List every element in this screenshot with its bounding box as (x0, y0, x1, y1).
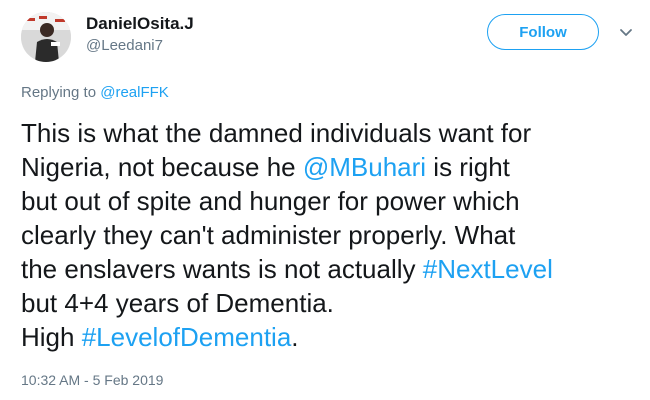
tweet-text-segment: High (21, 322, 82, 352)
replying-to: Replying to @realFFK (21, 84, 169, 102)
display-name[interactable]: DanielOsita.J (86, 14, 194, 34)
tweet-text-segment: is right (426, 152, 510, 182)
replying-to-label: Replying to (21, 84, 101, 101)
tweet-text-segment: the enslavers wants is not actually (21, 254, 423, 284)
hashtag-link-levelofdementia[interactable]: #LevelofDementia (82, 322, 292, 352)
tweet-text-segment: . (291, 322, 299, 352)
user-avatar-icon (21, 12, 71, 62)
tweet-timestamp[interactable]: 10:32 AM - 5 Feb 2019 (21, 371, 163, 389)
follow-button[interactable]: Follow (487, 14, 599, 50)
reply-mention-link[interactable]: @realFFK (100, 84, 169, 101)
avatar[interactable] (21, 12, 71, 62)
tweet-line: but out of spite and hunger for power wh… (21, 186, 520, 216)
tweet-card: DanielOsita.J @Leedani7 Follow Replying … (0, 0, 650, 400)
tweet-line: but 4+4 years of Dementia. (21, 288, 334, 318)
tweet-text-segment: Nigeria, not because he (21, 152, 303, 182)
tweet-line: the enslavers wants is not actually #Nex… (21, 252, 643, 286)
mention-link-mbuhari[interactable]: @MBuhari (303, 152, 426, 182)
tweet-line: Nigeria, not because he @MBuhari is righ… (21, 150, 643, 184)
hashtag-link-nextlevel[interactable]: #NextLevel (423, 254, 553, 284)
tweet-line: clearly they can't administer properly. … (21, 220, 516, 250)
tweet-text: This is what the damned individuals want… (21, 116, 643, 354)
tweet-line: This is what the damned individuals want… (21, 118, 532, 148)
user-handle[interactable]: @Leedani7 (86, 37, 163, 55)
tweet-line: High #LevelofDementia. (21, 320, 643, 354)
chevron-down-icon[interactable] (618, 26, 634, 38)
